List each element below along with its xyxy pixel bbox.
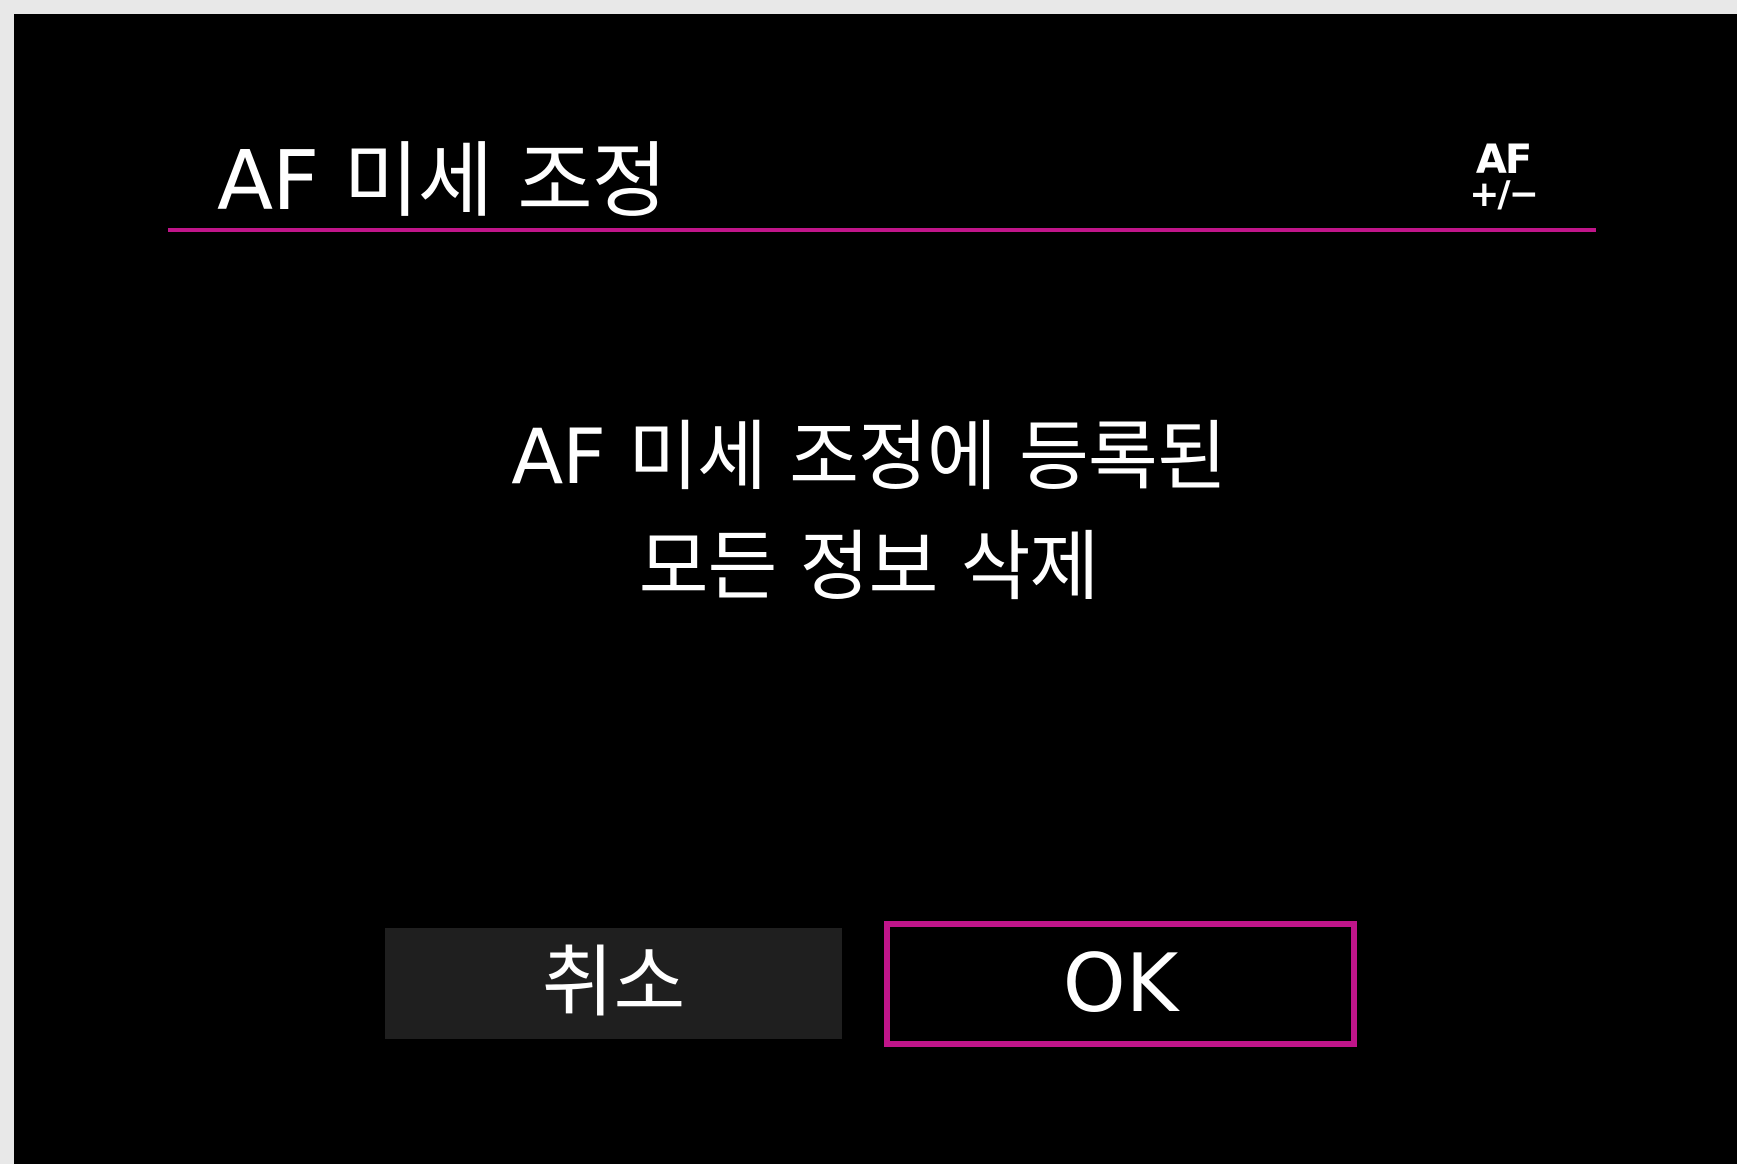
ok-button[interactable]: OK bbox=[884, 921, 1357, 1047]
af-icon-plus-minus: +/− bbox=[1469, 174, 1538, 215]
menu-header: AF 미세 조정 AF +/− bbox=[14, 14, 1737, 254]
confirm-message-line-1: AF 미세 조정에 등록된 bbox=[511, 412, 1227, 501]
title-divider bbox=[168, 228, 1596, 232]
af-microadjust-icon: AF +/− bbox=[1460, 140, 1546, 220]
page-title: AF 미세 조정 bbox=[217, 134, 667, 229]
cancel-button[interactable]: 취소 bbox=[385, 928, 842, 1039]
confirm-message-line-2: 모든 정보 삭제 bbox=[638, 522, 1100, 611]
confirm-message: AF 미세 조정에 등록된 모든 정보 삭제 bbox=[0, 402, 1737, 622]
camera-menu-screen: AF 미세 조정 AF +/− AF 미세 조정에 등록된 모든 정보 삭제 취… bbox=[14, 14, 1737, 1164]
